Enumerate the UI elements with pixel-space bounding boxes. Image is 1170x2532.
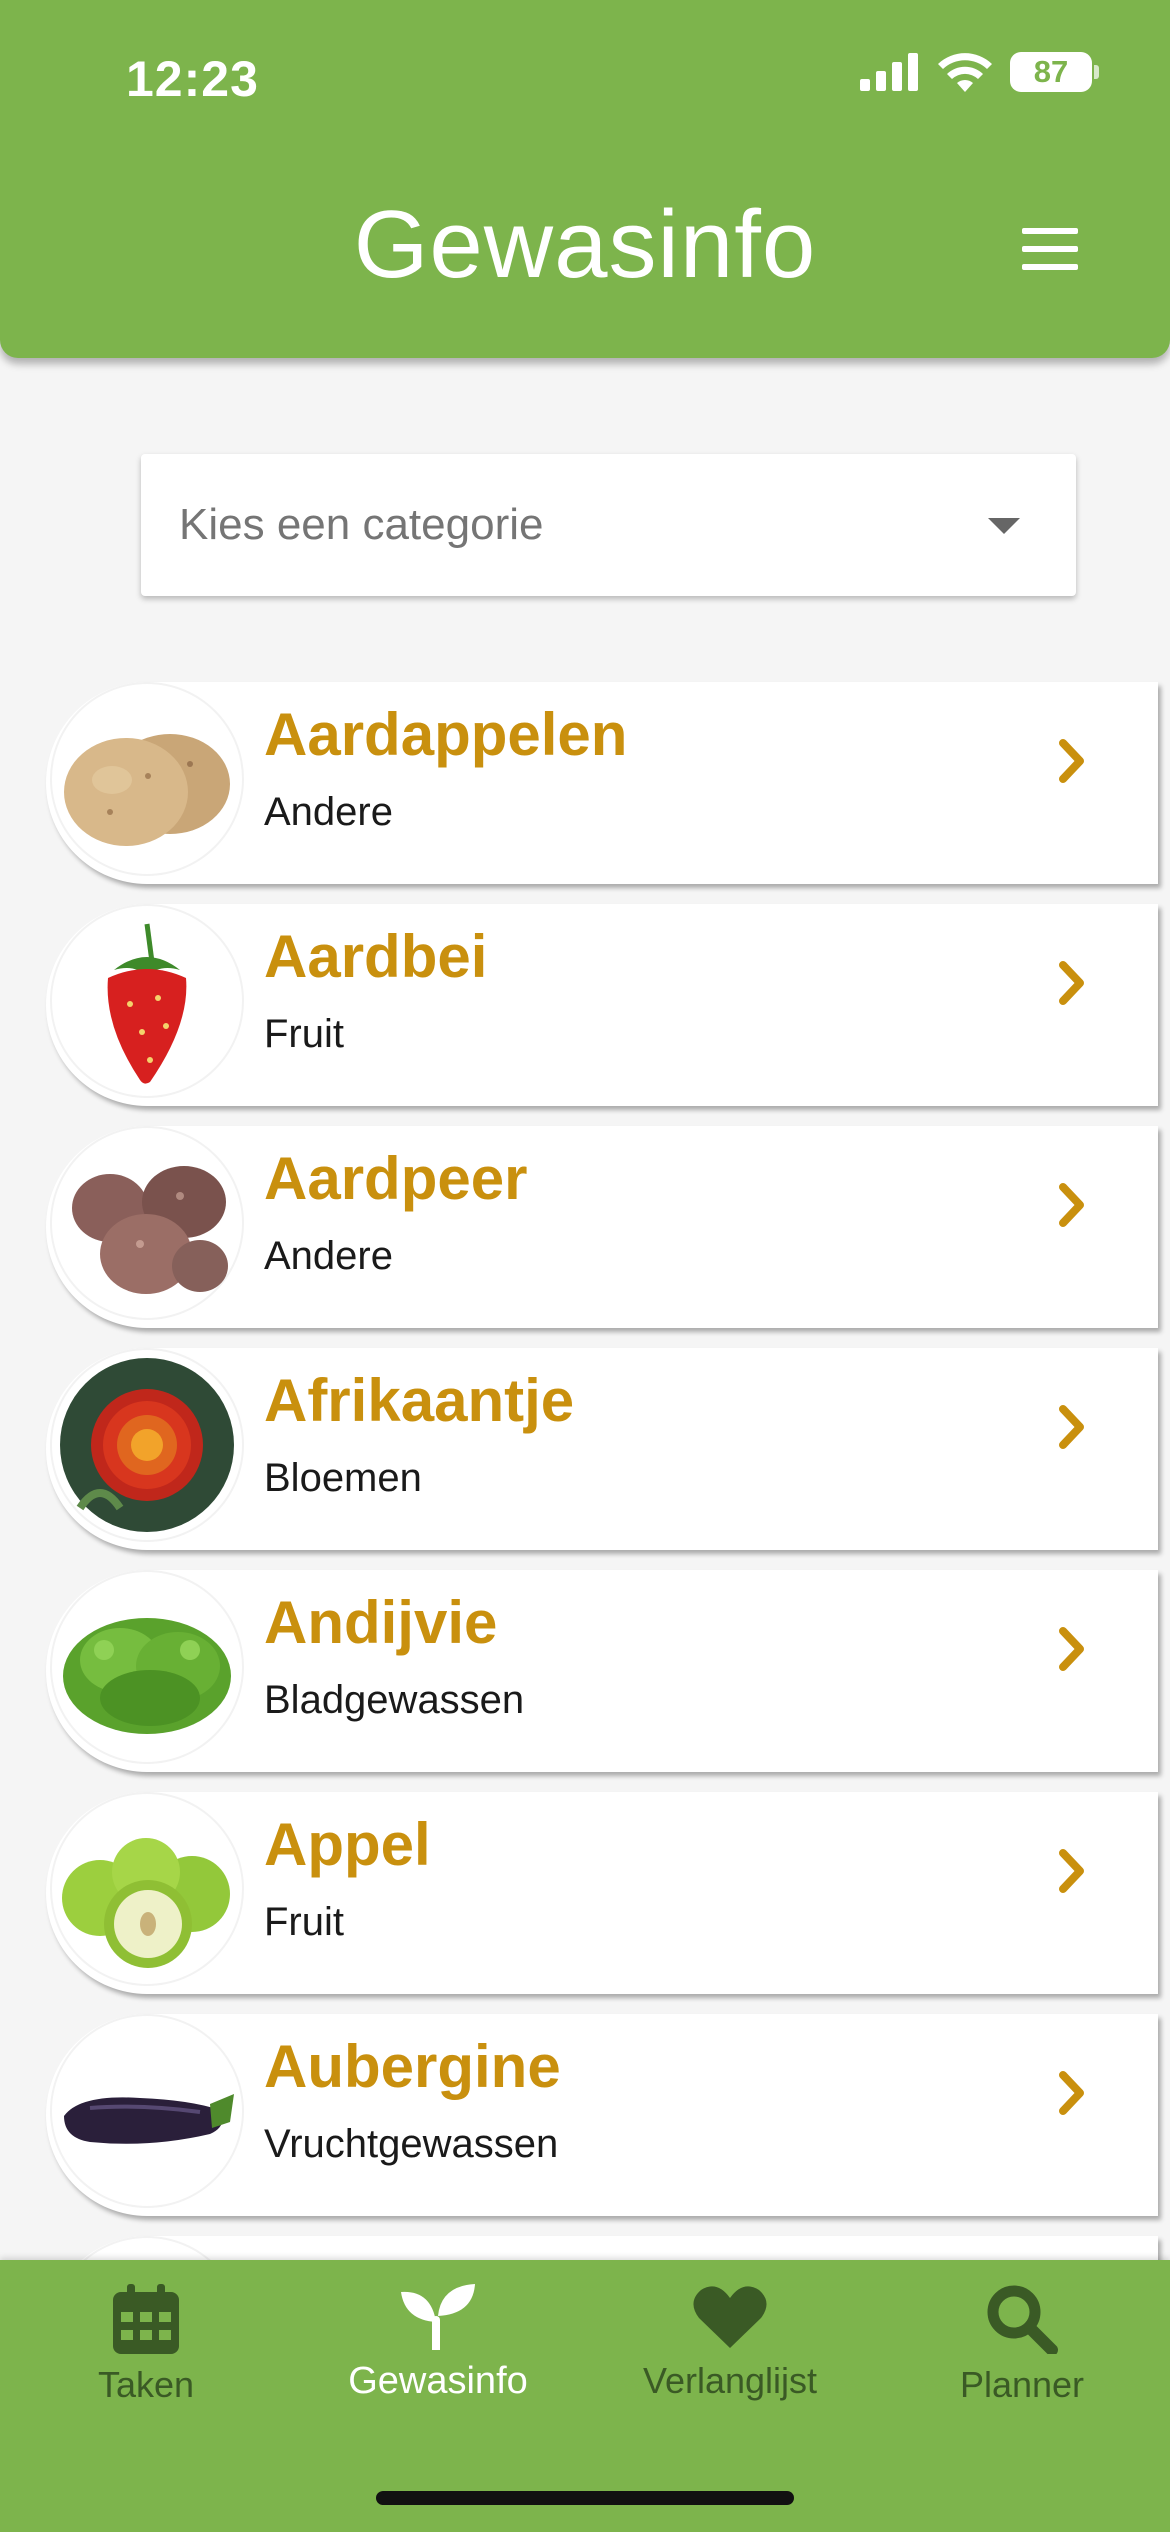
calendar-icon: [113, 2284, 179, 2354]
crop-category: Bloemen: [264, 1456, 422, 1500]
app-header: 12:23 87 Gewasinfo: [0, 0, 1170, 358]
app-screen: 12:23 87 Gewasinfo Kies een categorie Aa…: [0, 0, 1170, 2532]
battery-icon: 87: [1010, 52, 1099, 92]
category-dropdown-placeholder: Kies een categorie: [179, 500, 544, 549]
crop-name: Aubergine: [264, 2033, 561, 2100]
battery-level: 87: [1033, 54, 1069, 89]
chevron-right-icon: [1059, 739, 1084, 783]
crop-name: Afrikaantje: [264, 1367, 575, 1434]
nav-label: Taken: [97, 2364, 195, 2405]
crop-card: [46, 2236, 1158, 2260]
list-item-partial[interactable]: [46, 2232, 1170, 2260]
jerusalem-artichoke-image: [50, 1126, 244, 1320]
strawberry-image: [50, 904, 244, 1098]
potato-image: [50, 682, 244, 876]
status-time: 12:23: [126, 51, 259, 107]
caret-down-icon: [988, 518, 1020, 534]
search-icon: [987, 2285, 1058, 2354]
chevron-right-icon: [1059, 1183, 1084, 1227]
chevron-right-icon: [1059, 1627, 1084, 1671]
nav-tab-taken[interactable]: Taken: [0, 2284, 292, 2434]
heart-icon: [693, 2286, 767, 2348]
nav-label: Verlanglijst: [642, 2360, 818, 2401]
list-item-appel[interactable]: Appel Fruit: [46, 1788, 1170, 1998]
nav-tab-gewasinfo[interactable]: Gewasinfo: [292, 2284, 584, 2434]
apple-image: [50, 1792, 244, 1986]
sprout-icon: [401, 2284, 475, 2350]
list-item-andijvie[interactable]: Andijvie Bladgewassen: [46, 1566, 1170, 1776]
crop-list: Aardappelen Andere Aardbei Fruit Aardpee…: [0, 678, 1170, 2260]
list-item-aubergine[interactable]: Aubergine Vruchtgewassen: [46, 2010, 1170, 2220]
chevron-right-icon: [1059, 1849, 1084, 1893]
chevron-right-icon: [1059, 961, 1084, 1005]
status-icons: 87: [860, 52, 1099, 92]
home-indicator: [376, 2491, 794, 2505]
crop-category: Bladgewassen: [264, 1678, 525, 1722]
list-item-afrikaantje[interactable]: Afrikaantje Bloemen: [46, 1344, 1170, 1554]
crop-category: Andere: [264, 790, 393, 834]
signal-icon: [860, 53, 918, 91]
nav-tab-verlanglijst[interactable]: Verlanglijst: [584, 2284, 876, 2434]
category-dropdown[interactable]: Kies een categorie: [141, 454, 1076, 596]
list-item-aardpeer[interactable]: Aardpeer Andere: [46, 1122, 1170, 1332]
crop-name: Aardappelen: [264, 701, 628, 768]
crop-name: Aardbei: [264, 923, 488, 990]
endive-image: [50, 1570, 244, 1764]
list-item-aardappelen[interactable]: Aardappelen Andere: [46, 678, 1170, 888]
crop-category: Fruit: [264, 1900, 344, 1944]
nav-label: Gewasinfo: [348, 2360, 528, 2402]
crop-name: Andijvie: [264, 1589, 498, 1656]
nav-label: Planner: [959, 2364, 1085, 2405]
chevron-right-icon: [1059, 2071, 1084, 2115]
crop-name: Appel: [264, 1811, 431, 1878]
crop-name: Aardpeer: [264, 1145, 528, 1212]
eggplant-image: [50, 2014, 244, 2208]
hamburger-menu-icon[interactable]: [1022, 228, 1078, 270]
wifi-icon: [938, 53, 992, 92]
nav-tab-planner[interactable]: Planner: [876, 2284, 1168, 2434]
crop-category: Andere: [264, 1234, 393, 1278]
marigold-image: [50, 1348, 244, 1542]
crop-category: Vruchtgewassen: [264, 2122, 559, 2166]
chevron-right-icon: [1059, 1405, 1084, 1449]
page-title: Gewasinfo: [353, 191, 817, 298]
list-item-aardbei[interactable]: Aardbei Fruit: [46, 900, 1170, 1110]
crop-category: Fruit: [264, 1012, 344, 1056]
